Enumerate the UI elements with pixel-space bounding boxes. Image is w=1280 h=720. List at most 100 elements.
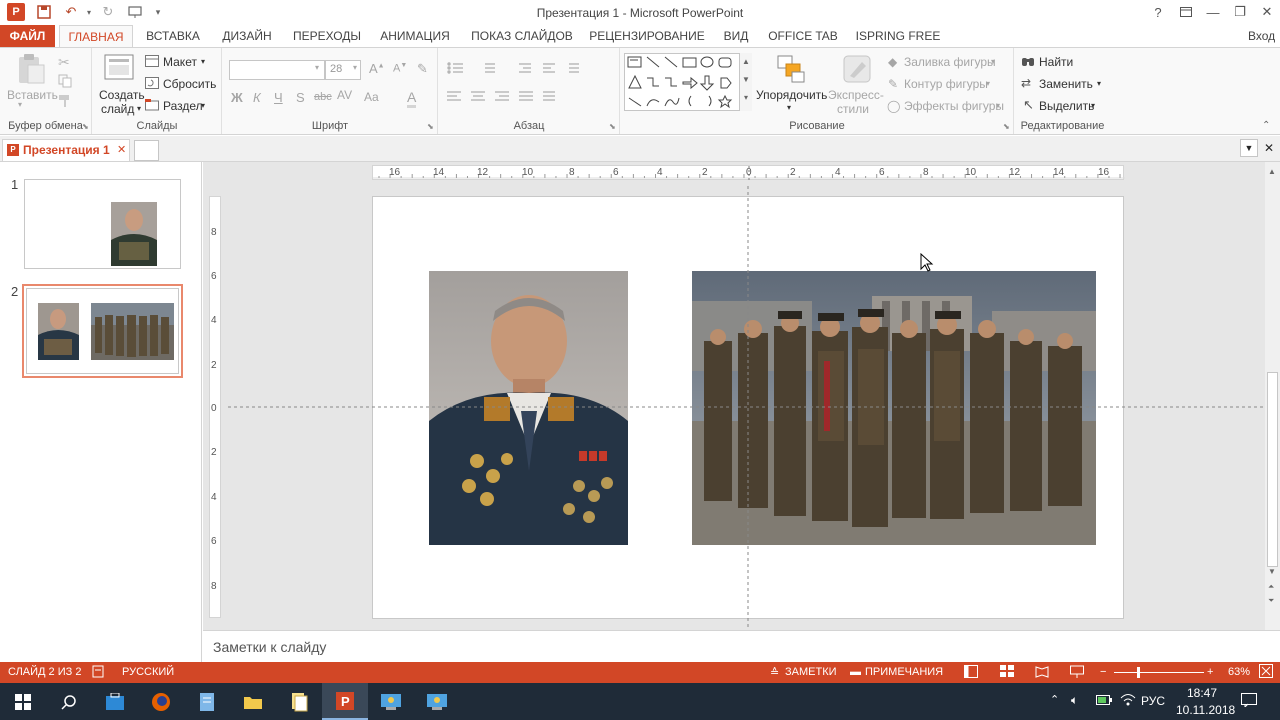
- taskbar-files[interactable]: [276, 683, 322, 720]
- arrange-button[interactable]: Упорядочить: [756, 88, 827, 102]
- vertical-scrollbar[interactable]: ▲ ▼ ⏶ ⏷: [1265, 162, 1280, 630]
- shape-outline-dropdown-icon[interactable]: ▾: [986, 79, 990, 88]
- tab-animation[interactable]: АНИМАЦИЯ: [373, 25, 457, 48]
- cut-icon[interactable]: ✂: [58, 54, 70, 71]
- spellcheck-icon[interactable]: [92, 665, 104, 681]
- grow-font-icon[interactable]: A▲: [369, 61, 385, 76]
- section-dropdown-icon[interactable]: ▾: [201, 101, 205, 110]
- copy-icon[interactable]: [58, 74, 72, 91]
- tab-office-tab[interactable]: OFFICE TAB: [765, 25, 841, 48]
- taskbar-explorer[interactable]: [230, 683, 276, 720]
- clipboard-launcher-icon[interactable]: ⬊: [82, 122, 89, 131]
- shape-fill-button[interactable]: Заливка фигуры: [904, 55, 996, 69]
- tab-transitions[interactable]: ПЕРЕХОДЫ: [289, 25, 365, 48]
- tab-review[interactable]: РЕЦЕНЗИРОВАНИЕ: [587, 25, 707, 48]
- taskbar-notepad[interactable]: [184, 683, 230, 720]
- search-button[interactable]: [46, 683, 92, 720]
- reset-icon[interactable]: [145, 77, 159, 92]
- paragraph-tools-icon[interactable]: [445, 60, 615, 120]
- shape-outline-button[interactable]: Контур фигуры: [904, 77, 988, 91]
- shape-effects-icon[interactable]: ◯: [887, 99, 900, 113]
- tab-home[interactable]: ГЛАВНАЯ: [59, 25, 133, 48]
- shapes-gallery[interactable]: [624, 53, 752, 111]
- arrange-dropdown-icon[interactable]: ▾: [787, 103, 791, 112]
- shadow-button[interactable]: S: [296, 90, 305, 105]
- notifications-icon[interactable]: [1241, 693, 1257, 710]
- start-button[interactable]: [0, 683, 46, 720]
- paste-icon[interactable]: [14, 53, 46, 84]
- find-button[interactable]: Найти: [1039, 55, 1073, 69]
- normal-view-icon[interactable]: [964, 665, 978, 681]
- section-button[interactable]: Раздел: [163, 99, 203, 113]
- slideshow-view-icon[interactable]: [1070, 665, 1084, 681]
- zoom-out-button[interactable]: −: [1100, 666, 1106, 678]
- select-button[interactable]: Выделить: [1039, 99, 1094, 113]
- language-indicator[interactable]: РУССКИЙ: [122, 666, 174, 678]
- font-name-dropdown-icon[interactable]: ▾: [315, 63, 319, 72]
- replace-dropdown-icon[interactable]: ▾: [1097, 79, 1101, 88]
- notes-pane[interactable]: Заметки к слайду: [203, 630, 1280, 662]
- shape-fill-icon[interactable]: ◆: [888, 55, 897, 69]
- new-slide-label2[interactable]: слайд: [101, 102, 134, 116]
- format-painter-icon[interactable]: [58, 94, 72, 111]
- tab-insert[interactable]: ВСТАВКА: [140, 25, 206, 48]
- strikethrough-button[interactable]: abc: [314, 91, 332, 103]
- bold-button[interactable]: Ж: [231, 90, 243, 105]
- slide-sorter-icon[interactable]: [1000, 665, 1014, 681]
- replace-button[interactable]: Заменить: [1039, 77, 1093, 91]
- collapse-ribbon-icon[interactable]: ⌃: [1262, 120, 1270, 131]
- notes-toggle-button[interactable]: ЗАМЕТКИ: [785, 666, 837, 678]
- italic-button[interactable]: К: [253, 90, 261, 105]
- comments-button[interactable]: ПРИМЕЧАНИЯ: [865, 666, 943, 678]
- select-dropdown-icon[interactable]: ▾: [1091, 101, 1095, 110]
- scroll-up-icon[interactable]: ▲: [1268, 167, 1276, 176]
- scroll-down-icon[interactable]: ▼: [1268, 567, 1276, 576]
- taskbar-app-generic2[interactable]: [414, 683, 460, 720]
- next-slide-icon[interactable]: ⏷: [1268, 596, 1274, 606]
- wifi-icon[interactable]: [1120, 692, 1136, 709]
- tab-view[interactable]: ВИД: [716, 25, 756, 48]
- font-size-dropdown-icon[interactable]: ▾: [353, 63, 357, 72]
- font-launcher-icon[interactable]: ⬊: [427, 122, 434, 131]
- quick-styles-label2[interactable]: стили: [837, 102, 869, 116]
- document-tab[interactable]: Презентация 1 P ✕: [2, 139, 130, 161]
- change-case-button[interactable]: Aa: [364, 90, 379, 104]
- select-icon[interactable]: ↖: [1023, 97, 1034, 113]
- clock-date[interactable]: 10.11.2018: [1176, 703, 1235, 717]
- prev-slide-icon[interactable]: ⏶: [1268, 582, 1274, 592]
- shape-effects-dropdown-icon[interactable]: ▾: [996, 101, 1000, 110]
- quick-styles-icon[interactable]: [842, 54, 874, 84]
- slide-thumbnail-2[interactable]: [22, 284, 183, 378]
- tab-ispring[interactable]: ISPRING FREE 8: [851, 25, 945, 66]
- new-slide-dropdown-icon[interactable]: ▾: [137, 104, 141, 113]
- layout-button[interactable]: Макет: [163, 55, 197, 69]
- minimize-button[interactable]: —: [1199, 2, 1227, 22]
- close-all-tabs-icon[interactable]: ✕: [1264, 141, 1274, 155]
- signin-link[interactable]: Вход: [1248, 25, 1280, 48]
- tab-list-dropdown-icon[interactable]: ▼: [1240, 139, 1258, 157]
- clear-formatting-icon[interactable]: ✎: [417, 61, 428, 77]
- close-doc-tab-icon[interactable]: ✕: [117, 143, 126, 156]
- font-color-button[interactable]: A: [407, 89, 417, 108]
- zoom-slider-thumb[interactable]: [1137, 667, 1140, 678]
- shape-effects-button[interactable]: Эффекты фигуры: [904, 99, 1004, 113]
- scroll-thumb[interactable]: [1267, 372, 1278, 567]
- quick-styles-button[interactable]: Экспресс-: [828, 88, 884, 102]
- layout-icon[interactable]: [145, 55, 159, 70]
- close-button[interactable]: ✕: [1253, 2, 1280, 22]
- section-icon[interactable]: [145, 99, 159, 114]
- ribbon-display-button[interactable]: [1172, 2, 1200, 22]
- shapes-scroll[interactable]: ▲ ▼ ▾: [739, 53, 752, 111]
- paste-button[interactable]: Вставить: [7, 88, 58, 102]
- zoom-level[interactable]: 63%: [1228, 666, 1250, 678]
- restore-button[interactable]: ❐: [1226, 2, 1254, 22]
- taskbar-app-generic1[interactable]: [368, 683, 414, 720]
- new-slide-button[interactable]: Создать: [99, 88, 145, 102]
- zoom-slider-track[interactable]: [1114, 672, 1204, 673]
- underline-button[interactable]: Ч: [274, 90, 283, 105]
- tab-file[interactable]: ФАЙЛ: [0, 25, 55, 48]
- volume-icon[interactable]: 🔈︎: [1071, 693, 1078, 708]
- clock-time[interactable]: 18:47: [1187, 686, 1217, 700]
- taskbar-firefox[interactable]: [138, 683, 184, 720]
- new-slide-icon[interactable]: [104, 54, 136, 84]
